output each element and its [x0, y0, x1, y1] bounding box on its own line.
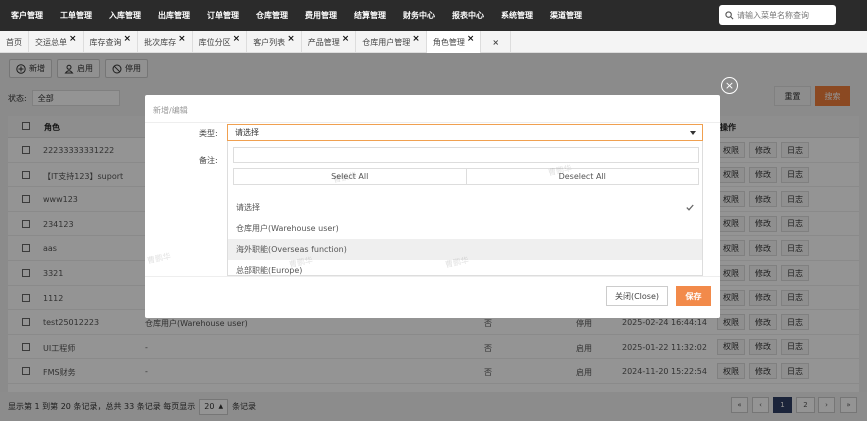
tab-bar: 首页 交运总单 × 库存查询 × 批次库存 × 库位分区 × 客户列表 × 产品管理 × 仓库用户管理 × 角… — [0, 31, 867, 53]
topnav-item[interactable]: 系统管理 — [501, 10, 533, 21]
option-label: 海外职能(Overseas function) — [236, 245, 347, 254]
caret-down-icon — [690, 131, 696, 135]
type-select[interactable]: 请选择 — [227, 124, 703, 141]
dropdown-option[interactable]: 请选择 — [228, 197, 702, 218]
watermark: 曹鹏华 — [146, 251, 172, 266]
close-icon[interactable]: × — [287, 34, 295, 44]
close-icon[interactable]: × — [721, 77, 738, 94]
close-icon[interactable]: × — [467, 34, 475, 44]
select-buttons: Select All Deselect All — [233, 168, 699, 185]
tab-2[interactable]: 库存查询 × — [84, 31, 139, 53]
modal-footer-divider — [145, 276, 720, 277]
tab-8[interactable]: 角色管理 × — [426, 31, 482, 53]
tab-label: 交运总单 — [35, 37, 67, 47]
dropdown-option[interactable]: 仓库用户(Warehouse user) — [228, 218, 702, 239]
search-icon — [725, 10, 734, 19]
close-icon[interactable]: × — [124, 34, 132, 44]
topnav-item[interactable]: 仓库管理 — [256, 10, 288, 21]
tab-label: 库存查询 — [89, 37, 122, 47]
deselect-all-button[interactable]: Deselect All — [467, 169, 699, 184]
modal-divider — [145, 122, 720, 123]
type-select-value: 请选择 — [235, 128, 259, 137]
tab-5[interactable]: 客户列表 × — [247, 31, 302, 53]
tab-0[interactable]: 首页 — [0, 31, 29, 53]
topnav-item[interactable]: 费用管理 — [305, 10, 337, 21]
dropdown-search-input[interactable] — [233, 147, 699, 163]
tab-label: 库位分区 — [198, 37, 231, 47]
topnav-item[interactable]: 客户管理 — [11, 10, 43, 21]
topnav-item[interactable]: 财务中心 — [403, 10, 435, 21]
close-icon[interactable]: × — [412, 34, 420, 44]
menu-search-input[interactable]: 请输入菜单名称查询 — [719, 5, 836, 25]
tab-label: 客户列表 — [253, 37, 286, 47]
close-icon[interactable]: × — [178, 34, 186, 44]
close-icon[interactable]: × — [69, 34, 77, 44]
edit-role-modal: 新增/编辑 类型: 备注: 请选择 Select All Deselect Al… — [145, 95, 720, 318]
tab-7[interactable]: 仓库用户管理 × — [356, 31, 427, 53]
tab-4[interactable]: 库位分区 × — [193, 31, 248, 53]
option-label: 请选择 — [236, 203, 260, 212]
type-label: 类型: — [199, 129, 218, 138]
tab-label: 仓库用户管理 — [362, 37, 411, 47]
tab-1[interactable]: 交运总单 × — [29, 31, 84, 53]
tab-label: 产品管理 — [307, 37, 340, 47]
menu-search-placeholder: 请输入菜单名称查询 — [737, 10, 809, 20]
tab-6[interactable]: 产品管理 × — [302, 31, 357, 53]
topnav-item[interactable]: 入库管理 — [109, 10, 141, 21]
remark-label: 备注: — [199, 156, 218, 165]
tab-3[interactable]: 批次库存 × — [138, 31, 193, 53]
topnav-item[interactable]: 工单管理 — [60, 10, 92, 21]
tab-label: 批次库存 — [144, 37, 177, 47]
modal-title: 新增/编辑 — [153, 106, 188, 115]
tab-close-all-button[interactable]: × — [481, 31, 512, 53]
option-label: 仓库用户(Warehouse user) — [236, 224, 339, 233]
close-icon[interactable]: × — [233, 34, 241, 44]
tab-label: 首页 — [6, 37, 22, 47]
check-icon — [686, 204, 694, 213]
save-button[interactable]: 保存 — [676, 286, 711, 306]
topnav-item[interactable]: 结算管理 — [354, 10, 386, 21]
topnav-item[interactable]: 报表中心 — [452, 10, 484, 21]
topnav-item[interactable]: 渠道管理 — [550, 10, 582, 21]
close-button[interactable]: 关闭(Close) — [606, 286, 668, 306]
topnav-item[interactable]: 出库管理 — [158, 10, 190, 21]
close-icon[interactable]: × — [342, 34, 350, 44]
topnav-item[interactable]: 订单管理 — [207, 10, 239, 21]
tab-label: 角色管理 — [432, 37, 465, 47]
